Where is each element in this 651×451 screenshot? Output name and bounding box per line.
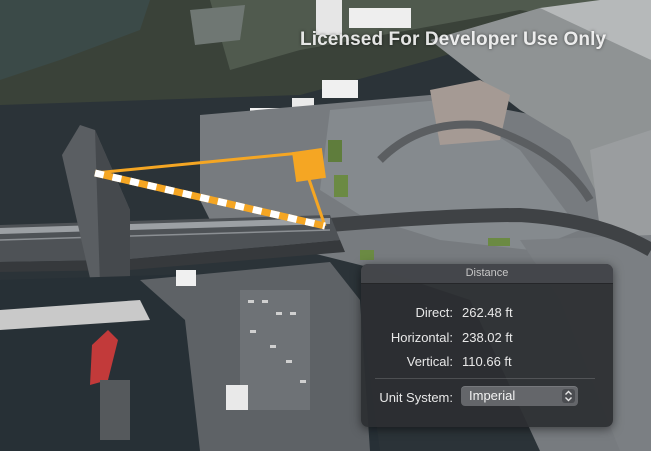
direct-label: Direct: <box>415 305 453 320</box>
horizontal-value: 238.02 ft <box>462 330 513 345</box>
distance-panel: Distance Direct: 262.48 ft Horizontal: 2… <box>361 264 613 427</box>
panel-title: Distance <box>361 264 613 284</box>
direct-value: 262.48 ft <box>462 305 513 320</box>
horizontal-label: Horizontal: <box>390 330 453 345</box>
horizontal-row: Horizontal: 238.02 ft <box>361 330 613 346</box>
vertical-value: 110.66 ft <box>462 354 512 369</box>
unit-system-value: Imperial <box>469 388 516 403</box>
vertical-row: Vertical: 110.66 ft <box>361 354 613 370</box>
panel-divider <box>375 378 595 379</box>
unit-system-label: Unit System: <box>379 390 453 405</box>
vertical-label: Vertical: <box>406 354 453 369</box>
direct-row: Direct: 262.48 ft <box>361 305 613 321</box>
chevron-up-down-icon <box>562 389 575 403</box>
unit-system-select[interactable]: Imperial <box>461 386 578 406</box>
license-watermark: Licensed For Developer Use Only <box>300 29 607 50</box>
